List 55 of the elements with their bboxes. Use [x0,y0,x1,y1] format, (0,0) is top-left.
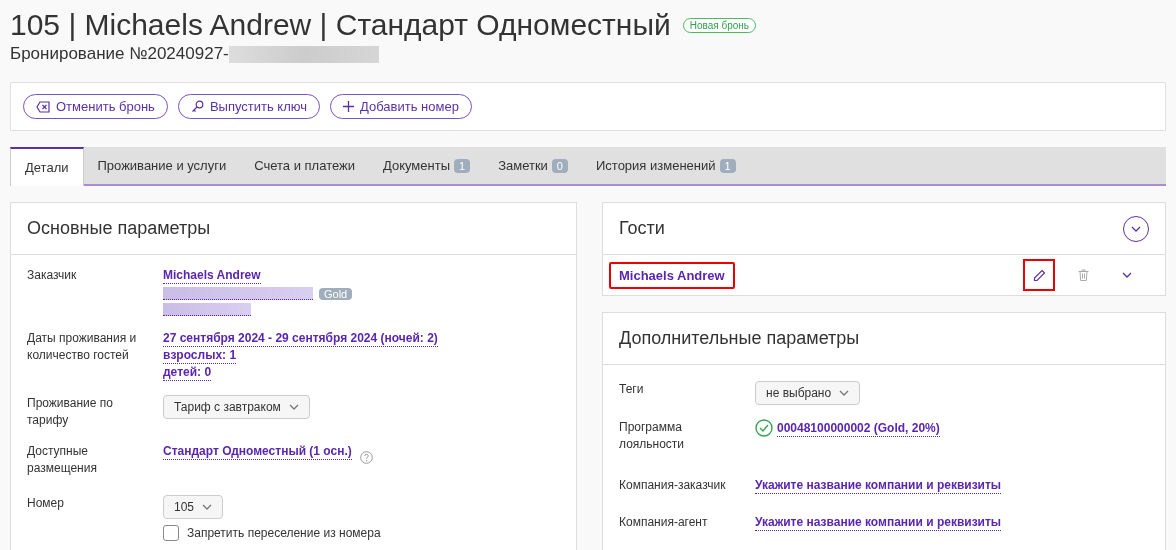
checkbox-label: Запретить переселение из номера [187,526,381,540]
field-label: Даты проживания и количество гостей [27,330,138,364]
dropdown[interactable]: 105 [163,495,224,519]
field-label: Программа лояльности [619,419,686,453]
help-icon[interactable] [359,451,373,464]
company-link[interactable]: Укажите название компании и реквизиты [755,477,1002,494]
guest-name-link[interactable]: Michaels Andrew [609,261,735,289]
count-badge: 1 [454,158,471,173]
stay-link[interactable]: детей: 0 [163,364,212,381]
chevron-down-icon [1131,225,1141,232]
panel-title: Основные параметры [27,218,211,239]
accommodation-link[interactable]: Стандарт Одноместный (1 осн.) [163,443,352,460]
tab[interactable]: Заметки 0 [484,147,582,184]
plus-icon [343,101,354,112]
tab[interactable]: Счета и платежи [240,147,369,184]
edit-button[interactable] [1023,259,1055,291]
expand-button[interactable] [1123,215,1149,242]
loyalty-link[interactable]: 00048100000002 (Gold, 20%) [777,419,940,437]
chevron-down-icon [839,390,850,396]
customer-link[interactable]: Michaels Andrew [163,267,261,284]
booking-number: Бронирование №20240927- [10,44,229,64]
action-button[interactable]: Отменить бронь [23,94,168,119]
page-title: 105 | Michaels Andrew | Стандарт Одноместный [10,8,671,42]
tab[interactable]: Проживание и услуги [83,147,241,184]
action-button[interactable]: Выпустить ключ [177,94,320,119]
key-icon [190,100,204,113]
field-label: Заказчик [27,267,78,284]
chevron-down-icon [202,504,213,510]
company-link[interactable]: Укажите название компании и реквизиты [755,514,1002,531]
trash-icon [1077,269,1089,281]
tab[interactable]: Документы 1 [369,147,485,184]
field-label: Теги [619,381,645,398]
panel-title: Гости [619,218,665,239]
dropdown[interactable]: Тариф с завтраком [163,395,310,419]
count-badge: 1 [719,158,736,173]
loyalty-badge: Gold [319,287,353,300]
pencil-icon [1032,268,1046,282]
checkbox[interactable] [163,525,179,541]
tab[interactable]: История изменений 1 [582,147,750,184]
chevron-down-icon [288,404,299,410]
field-label: Номер [27,495,65,512]
stay-link[interactable]: 27 сентября 2024 - 29 сентября 2024 (ночей: 2) [163,330,438,347]
field-label: Проживание по тарифу [27,395,114,429]
action-button[interactable]: Добавить номер [330,94,472,119]
field-label: Доступные размещения [27,443,98,477]
dropdown[interactable]: не выбрано [755,381,861,405]
count-badge: 0 [551,158,568,173]
chevron-down-icon [1122,272,1132,278]
status-badge: Новая бронь [682,17,757,33]
tab[interactable]: Детали [10,147,84,186]
panel-title: Дополнительные параметры [619,328,860,349]
field-label: Компания-заказчик [619,477,727,494]
field-label: Компания-агент [619,514,709,531]
cancel-icon [36,100,50,113]
stay-link[interactable]: взрослых: 1 [163,347,237,364]
